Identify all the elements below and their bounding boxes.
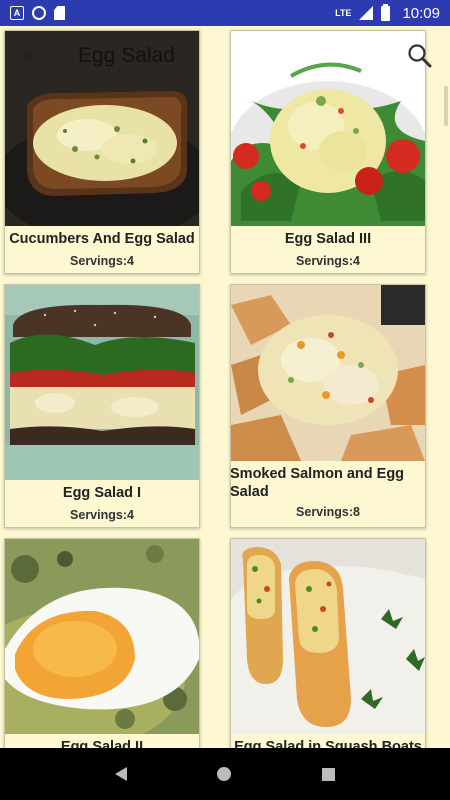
- recipe-photo: [231, 285, 425, 461]
- nav-recent-icon[interactable]: [321, 767, 335, 781]
- recipe-name: Egg Salad in Squash Boats: [234, 739, 422, 748]
- recipe-card[interactable]: Egg Salad in Squash Boats: [230, 538, 426, 748]
- recipe-servings: Servings:4: [296, 254, 360, 268]
- scrollbar[interactable]: [444, 86, 448, 126]
- signal-icon: [359, 6, 374, 20]
- arrow-left-icon: [22, 48, 38, 64]
- sd-card-icon: [54, 6, 65, 20]
- lte-icon: LTE: [335, 8, 352, 18]
- recipe-card[interactable]: Egg Salad I Servings:4: [4, 284, 200, 528]
- status-bar: A LTE 10:09: [0, 0, 450, 26]
- back-button[interactable]: [10, 36, 50, 76]
- recipe-name: Egg Salad II: [60, 739, 144, 748]
- page-title: Egg Salad: [78, 44, 175, 67]
- recipe-name: Egg Salad I: [62, 485, 142, 501]
- navigation-bar: [0, 748, 450, 800]
- status-left-icons: A: [10, 6, 65, 20]
- sync-circle-icon: [32, 6, 46, 20]
- search-button[interactable]: [400, 36, 440, 76]
- recipe-card[interactable]: Smoked Salmon and Egg Salad Servings:8: [230, 284, 426, 528]
- notification-a-icon: A: [10, 6, 24, 20]
- recipe-photo: [5, 285, 199, 480]
- recipe-name: Smoked Salmon and Egg Salad: [230, 466, 405, 500]
- status-right-icons: LTE 10:09: [335, 3, 440, 22]
- search-icon: [408, 44, 432, 68]
- recipe-servings: Servings:4: [70, 254, 134, 268]
- recipe-servings: Servings:4: [70, 508, 134, 522]
- nav-back-icon[interactable]: [115, 767, 128, 781]
- toolbar: Egg Salad: [0, 26, 450, 86]
- recipe-card[interactable]: Egg Salad II: [4, 538, 200, 748]
- recipe-grid[interactable]: Cucumbers And Egg Salad Servings:4 Egg S…: [0, 26, 450, 748]
- battery-icon: [381, 3, 391, 21]
- nav-home-icon[interactable]: [217, 767, 232, 781]
- status-time: 10:09: [402, 4, 440, 22]
- recipe-photo: [231, 539, 425, 734]
- recipe-servings: Servings:8: [296, 505, 360, 519]
- recipe-name: Egg Salad III: [284, 231, 372, 247]
- recipe-photo: [5, 539, 199, 734]
- recipe-name: Cucumbers And Egg Salad: [9, 231, 195, 247]
